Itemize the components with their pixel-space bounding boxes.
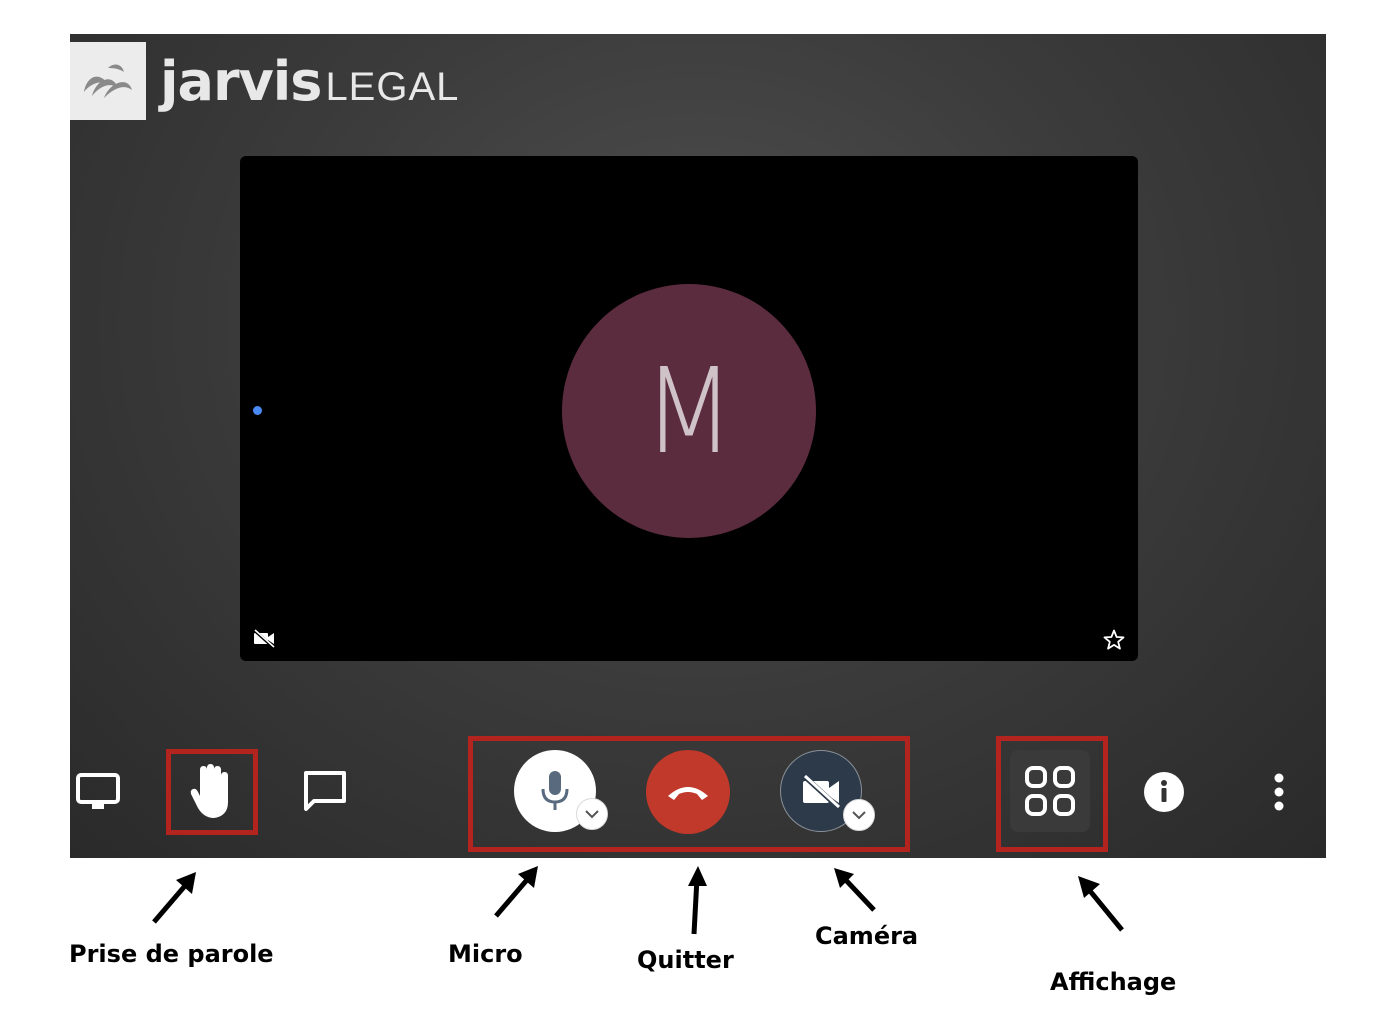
label-micro: Micro — [448, 940, 523, 968]
arrow-camera — [834, 868, 876, 912]
more-options-button[interactable] — [1264, 770, 1294, 814]
info-button[interactable] — [1142, 770, 1186, 814]
more-options-icon — [1274, 773, 1284, 811]
raise-hand-highlight — [166, 749, 258, 835]
camera-off-icon — [252, 628, 276, 652]
logo-leaf-icon — [70, 42, 146, 120]
arrow-quit — [688, 866, 707, 935]
label-camera: Caméra — [815, 922, 919, 950]
arrow-raise-hand — [152, 872, 196, 924]
star-icon[interactable] — [1102, 628, 1126, 656]
brand-name: jarvis — [160, 49, 322, 113]
label-raise-hand: Prise de parole — [69, 940, 274, 968]
participant-avatar: M — [562, 284, 816, 538]
display-highlight — [996, 736, 1108, 852]
video-conference-window: jarvis LEGAL M — [70, 34, 1326, 858]
speaking-indicator — [253, 406, 262, 415]
arrow-micro — [494, 866, 538, 918]
screen-share-icon — [76, 773, 120, 809]
info-icon — [1144, 772, 1184, 812]
avatar-initial: M — [643, 342, 735, 480]
label-display: Affichage — [1050, 968, 1177, 996]
jarvis-legal-logo: jarvis LEGAL — [70, 42, 459, 120]
chat-button[interactable] — [300, 768, 350, 814]
chat-icon — [304, 771, 346, 811]
brand-suffix: LEGAL — [325, 64, 460, 109]
label-quit: Quitter — [637, 946, 734, 974]
call-controls-highlight — [468, 736, 910, 852]
participant-tile[interactable]: M — [240, 156, 1138, 661]
arrow-display — [1078, 876, 1124, 932]
screen-share-button[interactable] — [72, 770, 124, 814]
